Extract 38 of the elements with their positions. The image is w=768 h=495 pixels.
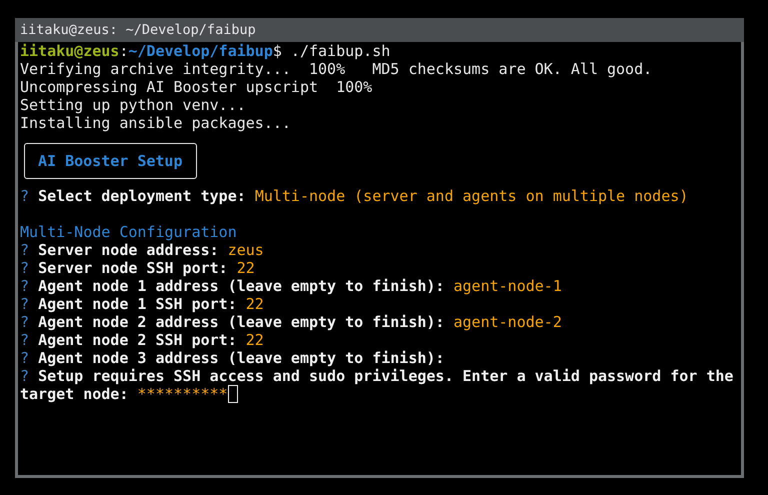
answer-text: zeus — [228, 241, 264, 259]
output-line: Uncompressing AI Booster upscript 100% — [20, 78, 372, 96]
prompt-separator: : — [119, 42, 128, 60]
answer-text: 22 — [246, 331, 264, 349]
setup-banner: AI Booster Setup — [24, 143, 196, 179]
question-label: Setup requires SSH access and sudo privileges. Enter a valid password for the — [38, 367, 734, 385]
answer-text: ********** — [137, 385, 228, 403]
question-label: Agent node 2 SSH port: — [38, 331, 237, 349]
question-label: Agent node 3 address (leave empty to finish): — [38, 349, 444, 367]
question-mark: ? — [20, 367, 30, 385]
question-mark: ? — [20, 241, 30, 259]
section-heading: Multi-Node Configuration — [20, 223, 237, 241]
question-label: Agent node 2 address (leave empty to finish): — [38, 313, 444, 331]
question-mark: ? — [20, 313, 30, 331]
output-line: Verifying archive integrity... 100% MD5 checksums are OK. All good. — [20, 60, 652, 78]
question-mark: ? — [20, 349, 30, 367]
question-label: Server node address: — [38, 241, 219, 259]
question-mark: ? — [20, 277, 30, 295]
answer-text: 22 — [236, 259, 255, 277]
question-mark: ? — [20, 259, 30, 277]
question-label: Server node SSH port: — [38, 259, 228, 277]
question-label: Agent node 1 address (leave empty to finish): — [38, 277, 444, 295]
command-text: $ ./faibup.sh — [272, 42, 390, 60]
answer-text: Multi-node (server and agents on multiple nodes) — [254, 187, 688, 205]
answer-text: agent-node-1 — [453, 277, 562, 295]
answer-text: agent-node-2 — [453, 313, 562, 331]
question-mark: ? — [20, 331, 30, 349]
window-title: iitaku@zeus: ~/Develop/faibup — [20, 22, 256, 38]
question-mark: ? — [20, 187, 30, 205]
question-label: target node: — [20, 385, 128, 403]
prompt-path: ~/Develop/faibup — [128, 42, 273, 60]
question-mark: ? — [20, 295, 30, 313]
question-label: Agent node 1 SSH port: — [38, 295, 237, 313]
output-line: Installing ansible packages... — [20, 114, 291, 132]
output-line: Setting up python venv... — [20, 96, 246, 114]
answer-text: 22 — [246, 295, 264, 313]
prompt-user: iitaku@zeus — [20, 42, 120, 60]
question-label: Select deployment type: — [38, 187, 246, 205]
